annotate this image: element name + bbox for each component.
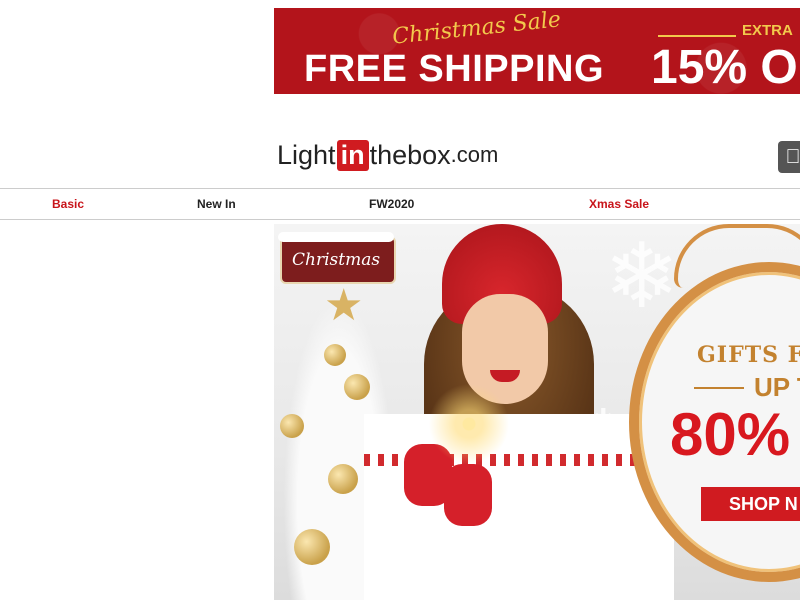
apple-icon[interactable]:  (778, 141, 800, 173)
red-glove (444, 464, 492, 526)
ornament-ball (344, 374, 370, 400)
logo-part-light: Light (277, 139, 336, 170)
promo-divider (658, 35, 736, 37)
up-to-text: UP T (754, 372, 800, 402)
discount-percent: 80% (670, 401, 791, 468)
christmas-sign-text: Christmas (292, 250, 381, 270)
nav-item-basic[interactable]: Basic (52, 197, 84, 211)
promo-banner[interactable]: Christmas Sale FREE SHIPPING EXTRA 15% O (274, 8, 800, 94)
nav-item-xmas-sale[interactable]: Xmas Sale (589, 197, 649, 211)
sign-snow-cap (278, 232, 394, 242)
shop-now-button[interactable]: SHOP N (701, 487, 800, 521)
christmas-sign: Christmas (280, 236, 396, 284)
logo-part-in: in (336, 139, 369, 171)
ornament-ball (294, 529, 330, 565)
hero-banner[interactable]: ❄ ❄ ❄ ★ Christmas GIFTS FO UP T 80% SHOP… (274, 224, 800, 600)
nav-item-new-in[interactable]: New In (197, 197, 236, 211)
gifts-for-text: GIFTS FO (697, 342, 800, 368)
ornament-ball (328, 464, 358, 494)
sparkler-image (424, 384, 514, 464)
logo-part-com: .com (450, 142, 499, 167)
logo-part-thebox: thebox (369, 139, 451, 170)
nav-item-fw2020[interactable]: FW2020 (369, 197, 414, 211)
main-nav: Basic New In FW2020 Xmas Sale (0, 188, 800, 220)
christmas-sweater (364, 414, 674, 600)
promo-extra-label: EXTRA (742, 22, 793, 39)
up-to-divider (694, 387, 744, 389)
ornament-ball (324, 344, 346, 366)
ornament-ball (280, 414, 304, 438)
promo-discount-text: 15% O (651, 41, 798, 94)
star-ornament-icon: ★ (324, 281, 364, 330)
promo-script-text: Christmas Sale (391, 8, 563, 50)
promo-headline: FREE SHIPPING (304, 48, 604, 90)
site-logo[interactable]: Light in thebox .com (277, 137, 498, 173)
